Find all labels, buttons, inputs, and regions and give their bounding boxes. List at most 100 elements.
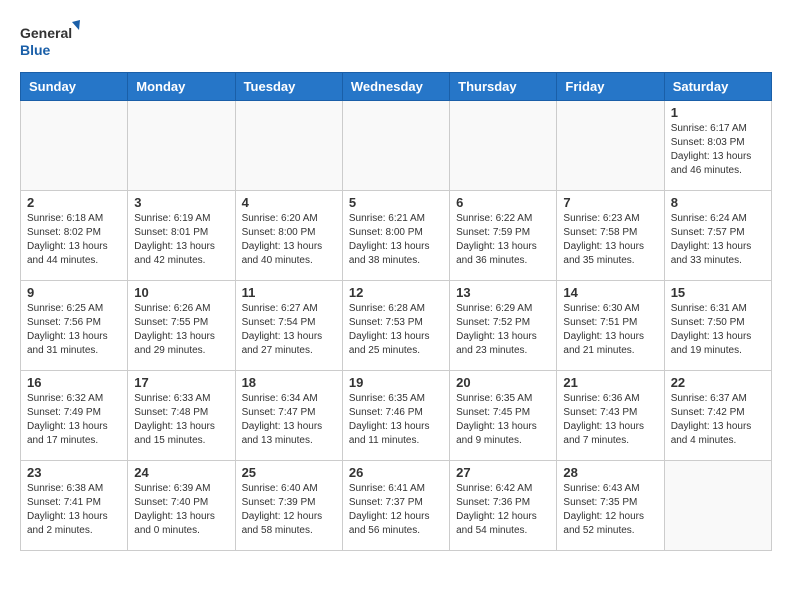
day-number: 27 — [456, 465, 550, 480]
day-info: Sunrise: 6:21 AM Sunset: 8:00 PM Dayligh… — [349, 212, 443, 268]
day-info: Sunrise: 6:35 AM Sunset: 7:46 PM Dayligh… — [349, 392, 443, 448]
day-info: Sunrise: 6:30 AM Sunset: 7:51 PM Dayligh… — [563, 302, 657, 358]
day-number: 10 — [134, 285, 228, 300]
day-info: Sunrise: 6:32 AM Sunset: 7:49 PM Dayligh… — [27, 392, 121, 448]
day-info: Sunrise: 6:36 AM Sunset: 7:43 PM Dayligh… — [563, 392, 657, 448]
day-number: 20 — [456, 375, 550, 390]
calendar-cell: 21 Sunrise: 6:36 AM Sunset: 7:43 PM Dayli… — [557, 371, 664, 461]
calendar-cell: 25 Sunrise: 6:40 AM Sunset: 7:39 PM Dayli… — [235, 461, 342, 551]
weekday-header-friday: Friday — [557, 73, 664, 101]
calendar-cell: 23 Sunrise: 6:38 AM Sunset: 7:41 PM Dayli… — [21, 461, 128, 551]
day-number: 21 — [563, 375, 657, 390]
day-number: 14 — [563, 285, 657, 300]
day-info: Sunrise: 6:29 AM Sunset: 7:52 PM Dayligh… — [456, 302, 550, 358]
weekday-header-sunday: Sunday — [21, 73, 128, 101]
weekday-header-tuesday: Tuesday — [235, 73, 342, 101]
calendar-cell: 11 Sunrise: 6:27 AM Sunset: 7:54 PM Dayli… — [235, 281, 342, 371]
day-number: 11 — [242, 285, 336, 300]
calendar-cell: 17 Sunrise: 6:33 AM Sunset: 7:48 PM Dayli… — [128, 371, 235, 461]
weekday-header-monday: Monday — [128, 73, 235, 101]
day-number: 26 — [349, 465, 443, 480]
calendar-cell: 4 Sunrise: 6:20 AM Sunset: 8:00 PM Daylig… — [235, 191, 342, 281]
day-info: Sunrise: 6:38 AM Sunset: 7:41 PM Dayligh… — [27, 482, 121, 538]
day-number: 19 — [349, 375, 443, 390]
svg-text:General: General — [20, 25, 72, 41]
weekday-header-thursday: Thursday — [450, 73, 557, 101]
calendar-cell — [664, 461, 771, 551]
calendar-cell: 6Sunrise: 6:22 AM Sunset: 7:59 PM Daylig… — [450, 191, 557, 281]
page-header: General Blue — [20, 20, 772, 60]
day-info: Sunrise: 6:23 AM Sunset: 7:58 PM Dayligh… — [563, 212, 657, 268]
day-number: 13 — [456, 285, 550, 300]
calendar-cell: 28 Sunrise: 6:43 AM Sunset: 7:35 PM Dayli… — [557, 461, 664, 551]
calendar-week-row: 16 Sunrise: 6:32 AM Sunset: 7:49 PM Dayli… — [21, 371, 772, 461]
calendar-cell: 7 Sunrise: 6:23 AM Sunset: 7:58 PM Daylig… — [557, 191, 664, 281]
day-number: 28 — [563, 465, 657, 480]
calendar-cell — [235, 101, 342, 191]
svg-text:Blue: Blue — [20, 42, 51, 58]
calendar-cell: 15 Sunrise: 6:31 AM Sunset: 7:50 PM Dayli… — [664, 281, 771, 371]
day-number: 5 — [349, 195, 443, 210]
day-info: Sunrise: 6:18 AM Sunset: 8:02 PM Dayligh… — [27, 212, 121, 268]
weekday-header-saturday: Saturday — [664, 73, 771, 101]
calendar-cell: 14 Sunrise: 6:30 AM Sunset: 7:51 PM Dayli… — [557, 281, 664, 371]
calendar-cell: 22 Sunrise: 6:37 AM Sunset: 7:42 PM Dayli… — [664, 371, 771, 461]
day-info: Sunrise: 6:42 AM Sunset: 7:36 PM Dayligh… — [456, 482, 550, 538]
day-info: Sunrise: 6:40 AM Sunset: 7:39 PM Dayligh… — [242, 482, 336, 538]
day-info: Sunrise: 6:26 AM Sunset: 7:55 PM Dayligh… — [134, 302, 228, 358]
day-info: Sunrise: 6:34 AM Sunset: 7:47 PM Dayligh… — [242, 392, 336, 448]
calendar-table: SundayMondayTuesdayWednesdayThursdayFrid… — [20, 72, 772, 551]
day-info: Sunrise: 6:22 AM Sunset: 7:59 PM Dayligh… — [456, 212, 550, 268]
day-info: Sunrise: 6:31 AM Sunset: 7:50 PM Dayligh… — [671, 302, 765, 358]
day-info: Sunrise: 6:25 AM Sunset: 7:56 PM Dayligh… — [27, 302, 121, 358]
weekday-header-row: SundayMondayTuesdayWednesdayThursdayFrid… — [21, 73, 772, 101]
calendar-cell: 20 Sunrise: 6:35 AM Sunset: 7:45 PM Dayli… — [450, 371, 557, 461]
calendar-cell — [21, 101, 128, 191]
calendar-cell: 9 Sunrise: 6:25 AM Sunset: 7:56 PM Daylig… — [21, 281, 128, 371]
calendar-cell: 5 Sunrise: 6:21 AM Sunset: 8:00 PM Daylig… — [342, 191, 449, 281]
day-info: Sunrise: 6:28 AM Sunset: 7:53 PM Dayligh… — [349, 302, 443, 358]
calendar-cell: 3Sunrise: 6:19 AM Sunset: 8:01 PM Daylig… — [128, 191, 235, 281]
day-number: 7 — [563, 195, 657, 210]
calendar-cell: 12Sunrise: 6:28 AM Sunset: 7:53 PM Dayli… — [342, 281, 449, 371]
day-info: Sunrise: 6:17 AM Sunset: 8:03 PM Dayligh… — [671, 122, 765, 178]
calendar-cell — [342, 101, 449, 191]
day-info: Sunrise: 6:43 AM Sunset: 7:35 PM Dayligh… — [563, 482, 657, 538]
calendar-cell: 2Sunrise: 6:18 AM Sunset: 8:02 PM Daylig… — [21, 191, 128, 281]
calendar-cell — [128, 101, 235, 191]
day-info: Sunrise: 6:20 AM Sunset: 8:00 PM Dayligh… — [242, 212, 336, 268]
day-info: Sunrise: 6:41 AM Sunset: 7:37 PM Dayligh… — [349, 482, 443, 538]
day-number: 8 — [671, 195, 765, 210]
calendar-cell: 19 Sunrise: 6:35 AM Sunset: 7:46 PM Dayli… — [342, 371, 449, 461]
calendar-week-row: 9 Sunrise: 6:25 AM Sunset: 7:56 PM Daylig… — [21, 281, 772, 371]
calendar-cell: 16 Sunrise: 6:32 AM Sunset: 7:49 PM Dayli… — [21, 371, 128, 461]
calendar-cell: 10 Sunrise: 6:26 AM Sunset: 7:55 PM Dayli… — [128, 281, 235, 371]
day-number: 15 — [671, 285, 765, 300]
calendar-cell: 8 Sunrise: 6:24 AM Sunset: 7:57 PM Daylig… — [664, 191, 771, 281]
logo-svg: General Blue — [20, 20, 80, 60]
day-info: Sunrise: 6:27 AM Sunset: 7:54 PM Dayligh… — [242, 302, 336, 358]
day-info: Sunrise: 6:37 AM Sunset: 7:42 PM Dayligh… — [671, 392, 765, 448]
day-number: 16 — [27, 375, 121, 390]
calendar-cell: 24 Sunrise: 6:39 AM Sunset: 7:40 PM Dayli… — [128, 461, 235, 551]
calendar-cell: 26 Sunrise: 6:41 AM Sunset: 7:37 PM Dayli… — [342, 461, 449, 551]
day-info: Sunrise: 6:33 AM Sunset: 7:48 PM Dayligh… — [134, 392, 228, 448]
day-number: 17 — [134, 375, 228, 390]
day-number: 23 — [27, 465, 121, 480]
calendar-week-row: 2Sunrise: 6:18 AM Sunset: 8:02 PM Daylig… — [21, 191, 772, 281]
day-number: 24 — [134, 465, 228, 480]
calendar-cell: 18 Sunrise: 6:34 AM Sunset: 7:47 PM Dayli… — [235, 371, 342, 461]
day-info: Sunrise: 6:39 AM Sunset: 7:40 PM Dayligh… — [134, 482, 228, 538]
day-info: Sunrise: 6:24 AM Sunset: 7:57 PM Dayligh… — [671, 212, 765, 268]
calendar-cell — [450, 101, 557, 191]
day-number: 18 — [242, 375, 336, 390]
day-number: 22 — [671, 375, 765, 390]
calendar-week-row: 23 Sunrise: 6:38 AM Sunset: 7:41 PM Dayli… — [21, 461, 772, 551]
day-number: 9 — [27, 285, 121, 300]
day-number: 1 — [671, 105, 765, 120]
calendar-week-row: 1 Sunrise: 6:17 AM Sunset: 8:03 PM Daylig… — [21, 101, 772, 191]
day-number: 25 — [242, 465, 336, 480]
day-number: 4 — [242, 195, 336, 210]
day-info: Sunrise: 6:19 AM Sunset: 8:01 PM Dayligh… — [134, 212, 228, 268]
day-info: Sunrise: 6:35 AM Sunset: 7:45 PM Dayligh… — [456, 392, 550, 448]
